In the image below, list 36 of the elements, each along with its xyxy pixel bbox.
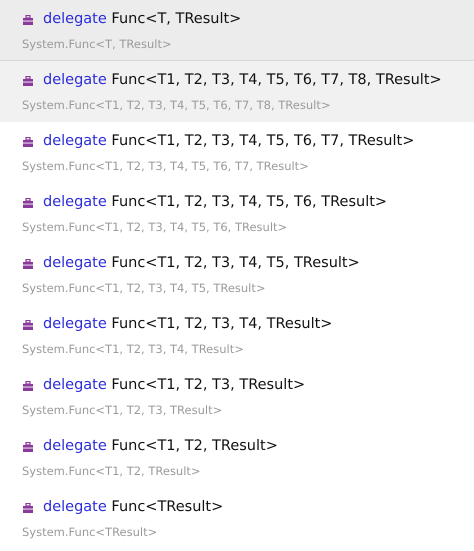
suggestion-item[interactable]: delegate Func<TResult> System.Func<TResult> [0, 488, 474, 549]
delegate-icon [23, 502, 33, 513]
suggestion-item[interactable]: delegate Func<T1, T2, T3, T4, T5, T6, TResult> System.Func<T1, T2, T3, T4, T5, T6, TResult> [0, 183, 474, 244]
full-name-text: System.Func<T1, T2, T3, T4, TResult> [22, 340, 244, 358]
delegate-icon [23, 76, 33, 86]
full-name-text: System.Func<T, TResult> [22, 36, 172, 53]
suggestion-item[interactable]: delegate Func<T, TResult> System.Func<T, TResult> [0, 0, 474, 61]
delegate-icon [23, 320, 33, 330]
signature-text: delegate Func<T1, T2, TResult> [43, 437, 278, 456]
suggestion-item[interactable]: delegate Func<T1, T2, T3, T4, T5, T6, T7, T8, TResult> System.Func<T1, T2, T3, T4, T5, T6, T7, T8, TResult> [0, 61, 474, 122]
full-name-text: System.Func<T1, T2, T3, T4, T5, T6, TResult> [22, 218, 288, 236]
signature-text: delegate Func<T1, T2, T3, T4, T5, TResult> [43, 254, 360, 273]
delegate-icon [23, 198, 33, 208]
full-name-text: System.Func<T1, T2, T3, T4, T5, T6, T7, TResult> [22, 158, 309, 175]
delegate-icon [23, 442, 33, 452]
signature-text: delegate Func<T1, T2, T3, TResult> [43, 376, 306, 395]
full-name-text: System.Func<TResult> [22, 524, 158, 541]
signature-text: delegate Func<T1, T2, T3, T4, TResult> [43, 315, 332, 334]
suggestion-item[interactable]: delegate Func<T1, T2, T3, T4, T5, T6, T7, TResult> System.Func<T1, T2, T3, T4, T5, T6, T7, TResult> [0, 122, 474, 183]
suggestion-item[interactable]: delegate Func<T1, T2, TResult> System.Func<T1, T2, TResult> [0, 427, 474, 488]
delegate-icon [23, 14, 33, 25]
signature-text: delegate Func<TResult> [43, 498, 224, 517]
full-name-text: System.Func<T1, T2, TResult> [22, 462, 201, 480]
signature-text: delegate Func<T, TResult> [43, 10, 242, 29]
signature-text: delegate Func<T1, T2, T3, T4, T5, T6, TResult> [43, 193, 388, 212]
suggestion-item[interactable]: delegate Func<T1, T2, T3, T4, T5, TResult> System.Func<T1, T2, T3, T4, T5, TResult> [0, 244, 474, 305]
delegate-icon [23, 136, 33, 147]
full-name-text: System.Func<T1, T2, T3, TResult> [22, 402, 222, 419]
signature-text: delegate Func<T1, T2, T3, T4, T5, T6, T7, T8, TResult> [43, 71, 442, 90]
signature-text: delegate Func<T1, T2, T3, T4, T5, T6, T7, TResult> [43, 132, 414, 151]
suggestion-item[interactable]: delegate Func<T1, T2, T3, T4, TResult> System.Func<T1, T2, T3, T4, TResult> [0, 305, 474, 366]
full-name-text: System.Func<T1, T2, T3, T4, T5, TResult> [22, 280, 266, 297]
full-name-text: System.Func<T1, T2, T3, T4, T5, T6, T7, T8, TResult> [22, 96, 330, 114]
suggestion-item[interactable]: delegate Func<T1, T2, T3, TResult> System.Func<T1, T2, T3, TResult> [0, 366, 474, 427]
delegate-icon [23, 380, 33, 391]
delegate-icon [23, 258, 33, 269]
